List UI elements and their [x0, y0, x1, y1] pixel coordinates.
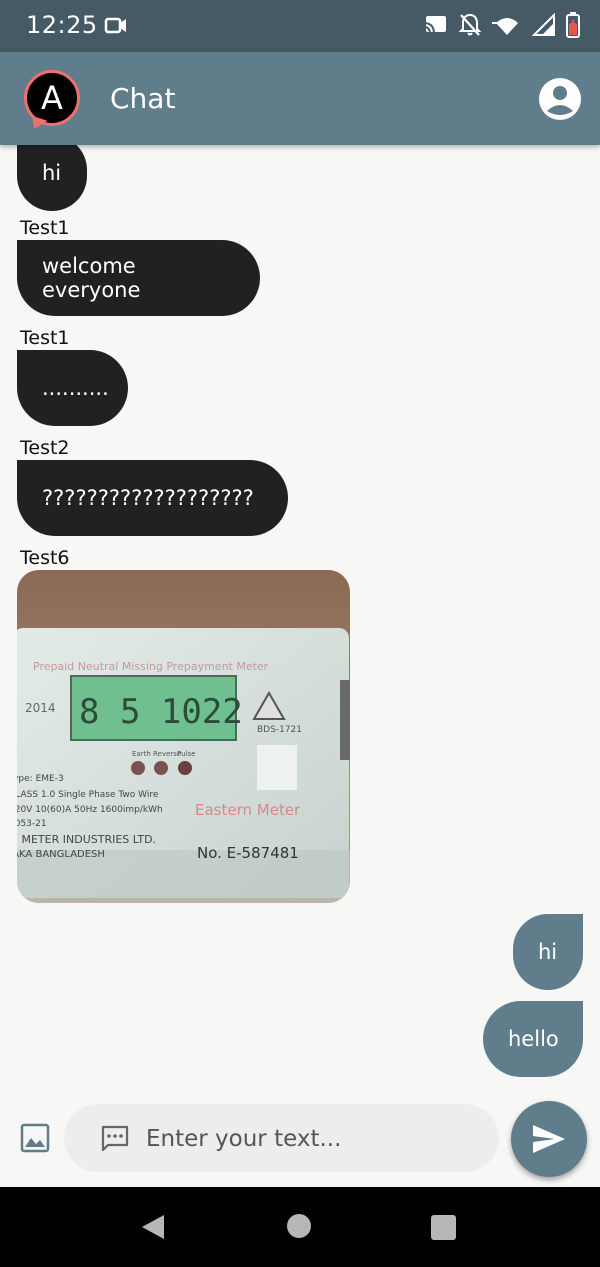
- account-circle-icon[interactable]: [538, 77, 582, 121]
- message-sender: Test6: [20, 547, 70, 569]
- meter-indicator-label: Earth Reverse: [132, 750, 181, 758]
- message-text: ???????????????????: [42, 486, 254, 510]
- meter-serial-text: No. E-587481: [197, 844, 299, 862]
- message-sender: Test1: [20, 327, 70, 349]
- meter-manufacturer-line: DHAKA BANGLADESH: [17, 849, 105, 860]
- message-input-bar: [0, 1095, 600, 1187]
- wifi-icon: [492, 13, 522, 41]
- meter-model-text: 2014: [25, 701, 56, 715]
- signal-icon: [531, 12, 556, 41]
- message-bubble-incoming[interactable]: ..........: [17, 350, 128, 426]
- message-text: welcome everyone: [42, 254, 141, 302]
- app-bar: A Chat: [0, 52, 600, 145]
- message-text: hello: [508, 1027, 559, 1051]
- meter-spec-line: 2053-21: [17, 819, 47, 829]
- back-icon[interactable]: [140, 1213, 166, 1245]
- svg-text:8 5 1022: 8 5 1022: [79, 692, 243, 732]
- message-bubble-incoming[interactable]: ???????????????????: [17, 460, 288, 536]
- message-bubble-incoming[interactable]: welcome everyone: [17, 240, 260, 316]
- send-icon: [533, 1125, 565, 1153]
- message-sender: Test1: [20, 217, 70, 239]
- message-text: hi: [42, 161, 62, 185]
- message-bubble-outgoing[interactable]: hi: [513, 914, 583, 990]
- image-gallery-icon[interactable]: [20, 1123, 52, 1155]
- message-bubble-incoming[interactable]: hi: [17, 145, 87, 211]
- page-title: Chat: [110, 82, 176, 115]
- meter-cert-text: BDS-1721: [257, 725, 302, 735]
- message-input[interactable]: [144, 1118, 478, 1160]
- video-camera-icon: [104, 14, 128, 40]
- meter-spec-line: 220V 10(60)A 50Hz 1600imp/kWh: [17, 805, 163, 815]
- cast-icon: [422, 13, 448, 41]
- send-button[interactable]: [511, 1101, 587, 1177]
- message-text: ..........: [42, 376, 109, 400]
- message-image[interactable]: Prepaid Neutral Missing Prepayment Meter…: [17, 570, 350, 903]
- message-list[interactable]: hi Test1 welcome everyone Test1 ........…: [0, 145, 600, 1085]
- chat-bubble-icon: [100, 1124, 130, 1156]
- meter-manufacturer-line: EASTERN METER INDUSTRIES LTD.: [17, 833, 156, 846]
- message-text-field[interactable]: [64, 1104, 499, 1172]
- message-text: hi: [538, 940, 558, 964]
- message-bubble-outgoing[interactable]: hello: [483, 1001, 583, 1077]
- meter-spec-line: Type: EME-3: [17, 774, 64, 784]
- status-bar: 12:25: [0, 0, 600, 52]
- status-time: 12:25: [26, 11, 98, 39]
- battery-icon: [566, 12, 580, 42]
- message-sender: Test2: [20, 437, 70, 459]
- meter-spec-line: CLASS 1.0 Single Phase Two Wire: [17, 790, 159, 800]
- logo-letter: A: [41, 79, 63, 117]
- home-icon[interactable]: [287, 1214, 311, 1238]
- recents-icon[interactable]: [431, 1215, 456, 1240]
- notifications-off-icon: [458, 12, 482, 42]
- meter-title-text: Prepaid Neutral Missing Prepayment Meter: [33, 660, 269, 673]
- meter-indicator-label: Pulse: [177, 750, 195, 758]
- system-navigation-bar: [0, 1187, 600, 1267]
- meter-brand-text: Eastern Meter: [195, 801, 301, 819]
